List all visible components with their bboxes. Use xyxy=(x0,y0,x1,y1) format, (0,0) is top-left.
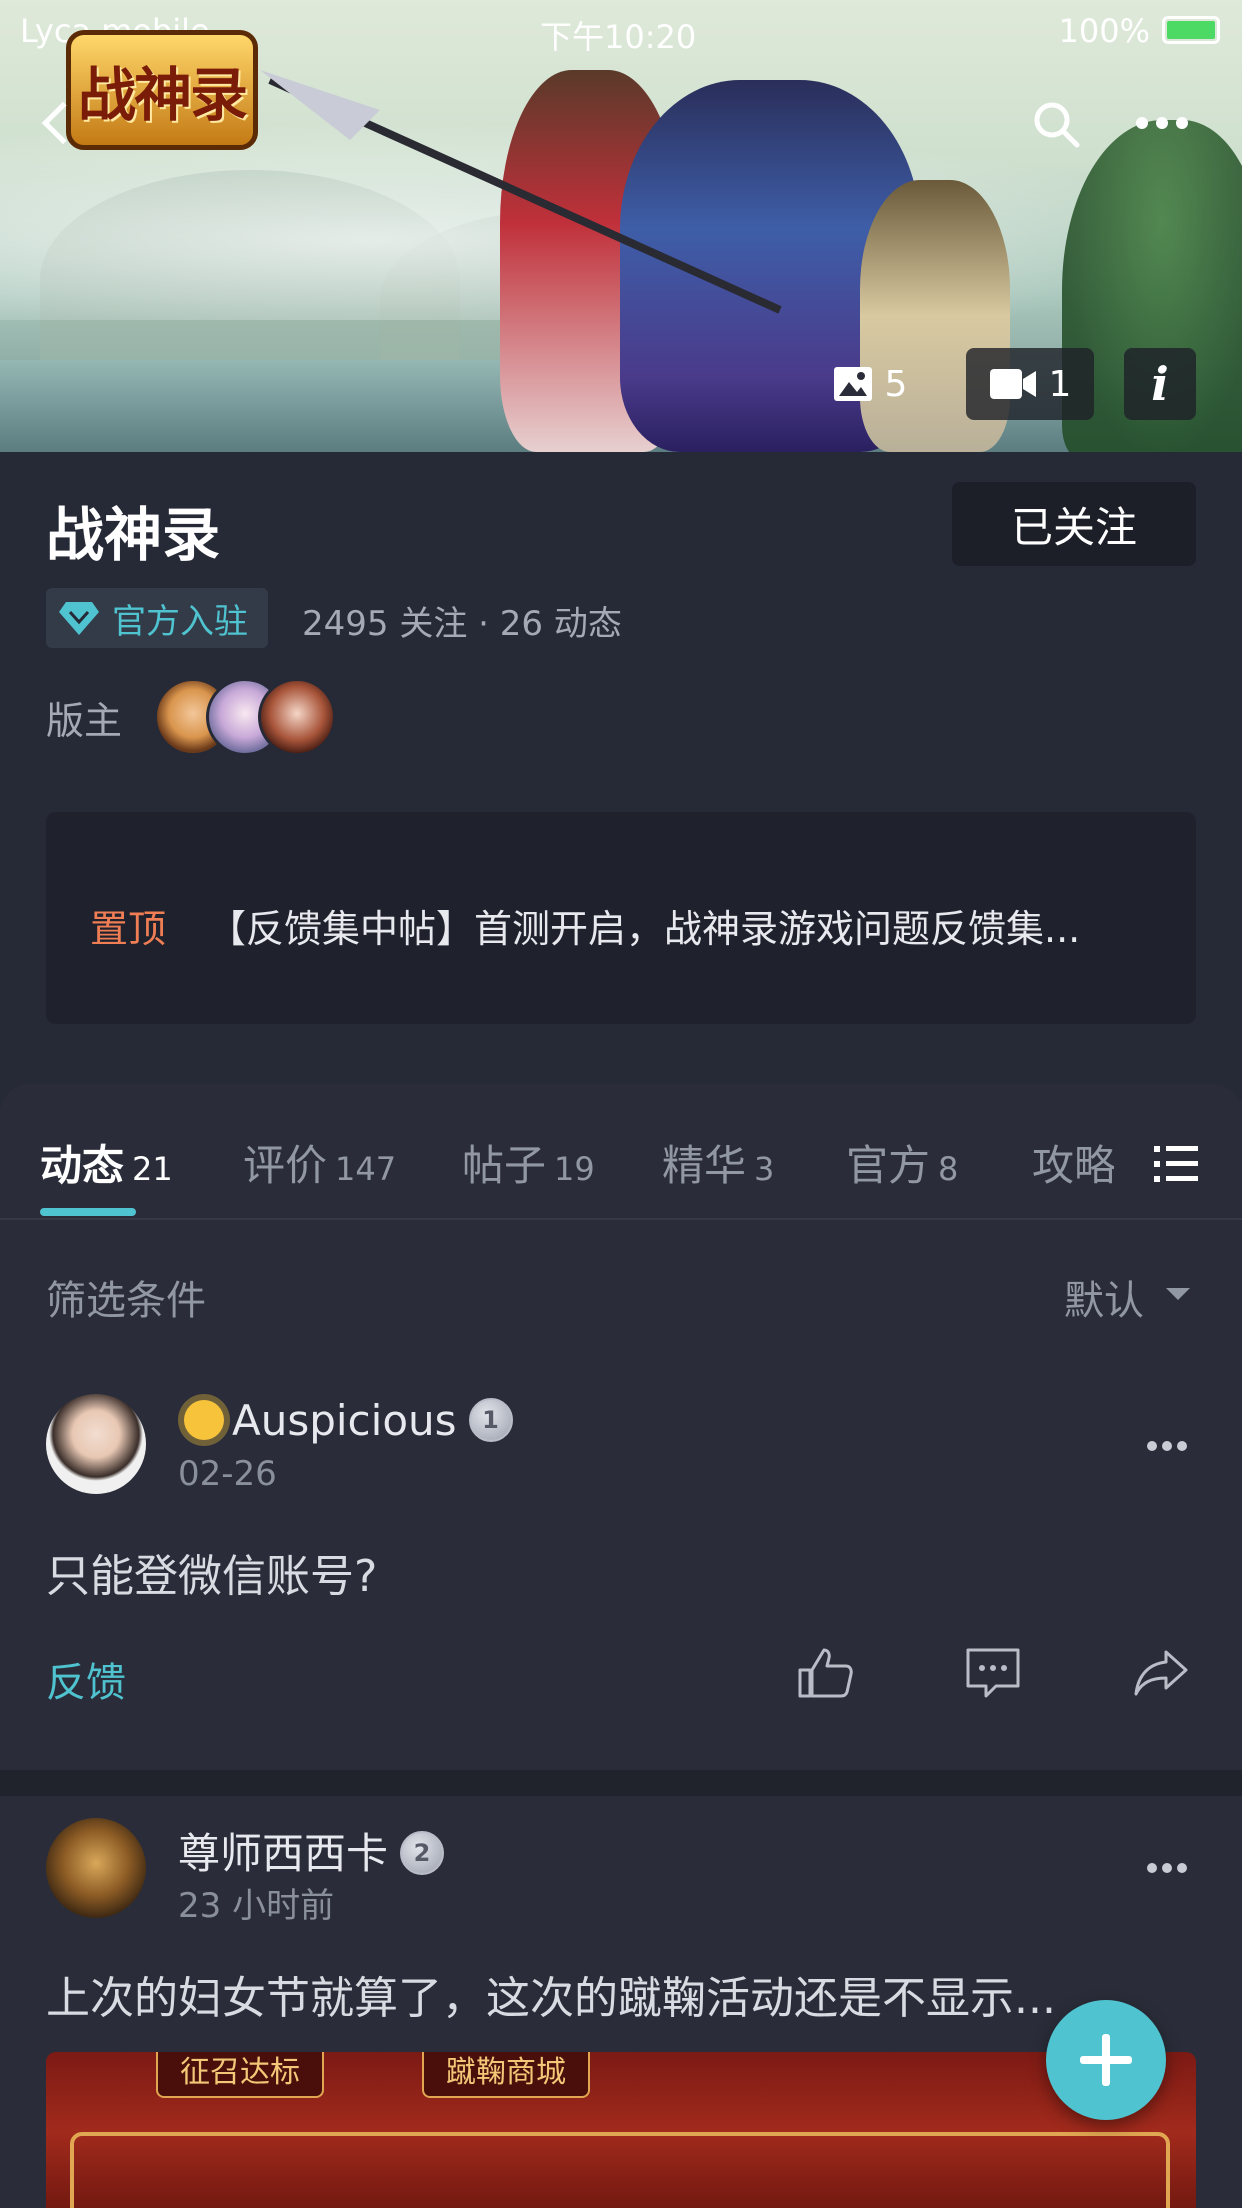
battery-icon xyxy=(1162,16,1220,44)
image-icon xyxy=(833,367,872,401)
active-tab-indicator xyxy=(40,1208,136,1216)
video-count: 1 xyxy=(1048,363,1072,405)
page-title: 战神录 xyxy=(46,501,221,569)
post-topic-tag[interactable]: 反馈 xyxy=(46,1650,126,1708)
chevron-down-icon[interactable] xyxy=(1166,1288,1190,1300)
tab-count: 8 xyxy=(938,1150,959,1188)
tab-count: 21 xyxy=(132,1150,173,1188)
post-time: 23 小时前 xyxy=(178,1886,335,1926)
pinned-tag: 置顶 xyxy=(90,907,167,951)
official-label: 官方入驻 xyxy=(112,601,248,642)
image-chip-label: 征召达标 xyxy=(156,2052,324,2098)
filter-bar: 筛选条件 默认 xyxy=(0,1220,1242,1370)
author-name: Auspicious xyxy=(232,1396,457,1445)
tab-label: 精华 xyxy=(662,1141,747,1190)
info-icon: i xyxy=(1151,357,1169,411)
post-time: 02-26 xyxy=(178,1454,277,1494)
tab-reviews[interactable]: 评价 147 xyxy=(243,1132,396,1193)
filter-button[interactable]: 筛选条件 xyxy=(46,1268,206,1326)
info-button[interactable]: i xyxy=(1124,348,1196,420)
image-chip-label: 蹴鞠商城 xyxy=(422,2052,590,2098)
level-badge-icon: 1 xyxy=(468,1397,513,1442)
tab-bar: 动态 21 评价 147 帖子 19 精华 3 官方 8 攻略 xyxy=(0,1084,1242,1220)
avatar[interactable] xyxy=(258,678,336,756)
follow-button[interactable]: 已关注 xyxy=(952,482,1196,566)
pinned-post[interactable]: 置顶 【反馈集中帖】首测开启，战神录游戏问题反馈集... xyxy=(46,812,1196,1024)
tab-label: 攻略 xyxy=(1032,1141,1117,1190)
battery-percent: 100% xyxy=(1058,12,1150,50)
pinned-title: 【反馈集中帖】首测开启，战神录游戏问题反馈集... xyxy=(208,907,1081,951)
share-icon[interactable] xyxy=(1132,1646,1190,1700)
tab-featured[interactable]: 精华 3 xyxy=(662,1132,774,1193)
official-badge: 官方入驻 xyxy=(46,588,268,648)
banner-spear xyxy=(260,70,782,314)
post-image[interactable]: 征召达标 蹴鞠商城 xyxy=(46,2052,1196,2208)
tab-count: 147 xyxy=(335,1150,397,1188)
video-gallery-button[interactable]: 1 xyxy=(966,348,1094,420)
level-badge-icon: 2 xyxy=(400,1830,445,1875)
tab-label: 动态 xyxy=(40,1141,125,1190)
feed-post[interactable]: 尊师西西卡 2 23 小时前 上次的妇女节就算了，这次的蹴鞠活动还是不显示... … xyxy=(0,1770,1242,2208)
author-name: 尊师西西卡 xyxy=(178,1829,389,1878)
clock-label: 下午10:20 xyxy=(540,18,697,56)
tab-label: 官方 xyxy=(846,1141,931,1190)
moderator-label: 版主 xyxy=(46,699,123,743)
image-frame xyxy=(70,2132,1170,2208)
tab-label: 帖子 xyxy=(462,1141,547,1190)
list-menu-icon[interactable] xyxy=(1154,1144,1198,1184)
avatar[interactable] xyxy=(46,1394,146,1494)
tab-label: 评价 xyxy=(243,1141,328,1190)
post-author[interactable]: 尊师西西卡 2 xyxy=(178,1820,445,1881)
post-body[interactable]: 上次的妇女节就算了，这次的蹴鞠活动还是不显示... xyxy=(46,1962,1056,2026)
tab-posts[interactable]: 帖子 19 xyxy=(462,1132,595,1193)
image-gallery-button[interactable]: 5 xyxy=(800,348,940,420)
tab-count: 19 xyxy=(554,1150,595,1188)
tab-feed[interactable]: 动态 21 xyxy=(40,1132,173,1193)
game-banner: Lyca mobile 下午10:20 100% 战神录 5 1 i xyxy=(0,0,1242,452)
avatar[interactable] xyxy=(46,1818,146,1918)
sun-icon xyxy=(184,1399,224,1440)
image-count: 5 xyxy=(884,363,908,405)
comment-icon[interactable] xyxy=(964,1646,1022,1700)
more-options-icon[interactable] xyxy=(1134,112,1190,134)
search-icon[interactable] xyxy=(1032,100,1080,148)
like-icon[interactable] xyxy=(796,1646,854,1700)
tab-guides[interactable]: 攻略 xyxy=(1032,1132,1124,1193)
more-options-icon[interactable] xyxy=(1146,1440,1188,1452)
follow-stats: 2495 关注 · 26 动态 xyxy=(302,604,622,644)
add-post-button[interactable] xyxy=(1046,2000,1166,2120)
sort-dropdown[interactable]: 默认 xyxy=(1064,1268,1144,1326)
tab-count: 3 xyxy=(754,1150,775,1188)
game-logo: 战神录 xyxy=(66,30,258,150)
video-camera-icon xyxy=(989,369,1036,399)
feed-post[interactable]: Auspicious 1 02-26 只能登微信账号? 反馈 xyxy=(0,1370,1242,1770)
post-author[interactable]: Auspicious 1 xyxy=(178,1396,513,1446)
tab-official[interactable]: 官方 8 xyxy=(846,1132,958,1193)
diamond-icon xyxy=(59,602,99,635)
more-options-icon[interactable] xyxy=(1146,1862,1188,1874)
post-body[interactable]: 只能登微信账号? xyxy=(46,1540,377,1604)
